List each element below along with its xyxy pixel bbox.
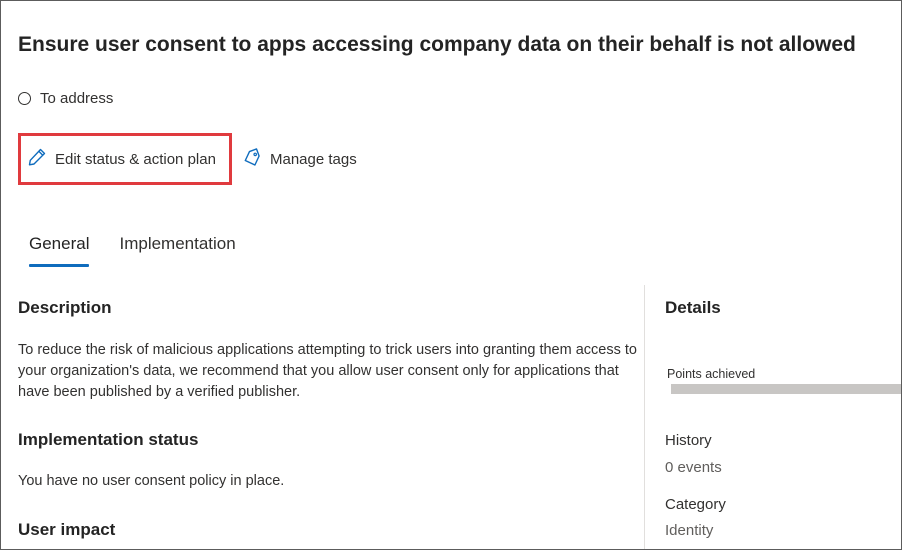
tag-icon (242, 147, 262, 172)
status-label: To address (40, 90, 114, 107)
category-value: Identity (665, 522, 714, 539)
description-text: To reduce the risk of malicious applicat… (18, 342, 637, 400)
points-progress-bar (671, 384, 901, 394)
points-achieved-label: Points achieved (667, 367, 756, 381)
tab-bar: General Implementation (18, 231, 247, 271)
history-value: 0 events (665, 459, 722, 476)
edit-status-label: Edit status & action plan (55, 150, 216, 168)
column-divider (644, 285, 645, 549)
description-heading: Description (18, 298, 112, 317)
edit-status-action-plan-button[interactable]: Edit status & action plan (18, 133, 232, 185)
tab-implementation[interactable]: Implementation (108, 231, 246, 267)
status-circle-icon (18, 92, 31, 105)
category-label: Category (665, 496, 726, 513)
page-title: Ensure user consent to apps accessing co… (18, 33, 856, 56)
implementation-status-text: You have no user consent policy in place… (18, 473, 285, 489)
recommendation-panel: Ensure user consent to apps accessing co… (0, 0, 902, 550)
user-impact-heading: User impact (18, 520, 116, 539)
implementation-status-heading: Implementation status (18, 430, 199, 449)
pencil-icon (27, 147, 47, 172)
action-toolbar: Edit status & action plan Manage tags (18, 133, 357, 185)
history-label: History (665, 432, 712, 449)
tab-general[interactable]: General (18, 231, 100, 267)
status-indicator: To address (18, 90, 113, 107)
manage-tags-button[interactable]: Manage tags (242, 147, 357, 172)
manage-tags-label: Manage tags (270, 150, 357, 168)
details-heading: Details (665, 298, 721, 317)
